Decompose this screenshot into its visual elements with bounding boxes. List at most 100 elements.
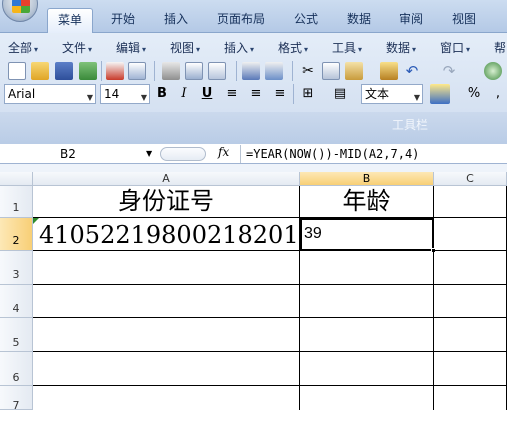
chevron-down-icon[interactable]: ▼ [146,149,152,158]
cell-b5[interactable] [300,318,434,352]
pdf-export-icon[interactable] [106,62,124,80]
name-box[interactable]: B2 [2,145,154,163]
permission-icon[interactable] [79,62,97,80]
row-header-1[interactable]: 1 [0,186,33,218]
wrap-text-icon[interactable]: ▤ [330,84,350,104]
column-header-c[interactable]: C [434,172,507,186]
menu-data[interactable]: 数据 ▾ [386,40,416,56]
menu-help[interactable]: 帮 [494,40,506,56]
tab-home[interactable]: 开始 [101,8,145,33]
toolbar-separator [293,84,294,104]
tab-view[interactable]: 视图 [442,8,486,33]
italic-button[interactable]: I [174,84,194,104]
menu-window[interactable]: 窗口 ▾ [440,40,470,56]
cell-b7[interactable] [300,386,434,410]
menu-all[interactable]: 全部 ▾ [8,40,38,56]
row-header-7[interactable]: 7 [0,386,33,412]
comma-style-icon[interactable]: , [488,84,507,104]
menu-file[interactable]: 文件 ▾ [62,40,92,56]
column-header-a[interactable]: A [33,172,300,186]
row-header-2[interactable]: 2 [0,218,33,251]
page-setup-icon[interactable] [208,62,226,80]
column-header-b[interactable]: B [300,172,434,186]
row-header-6[interactable]: 6 [0,352,33,386]
new-document-icon[interactable] [8,62,26,80]
chevron-down-icon: ▼ [86,93,93,102]
cell-c5[interactable] [434,318,507,352]
insert-function-button[interactable]: fx [218,145,229,159]
chevron-down-icon: ▼ [413,93,420,102]
cell-c6[interactable] [434,352,507,386]
font-name-select[interactable]: Arial ▼ [4,84,96,104]
row-header-4[interactable]: 4 [0,285,33,318]
cut-icon[interactable]: ✂ [299,62,317,80]
menu-insert[interactable]: 插入 ▾ [224,40,254,56]
toolbar-separator [101,61,102,81]
cell-c7[interactable] [434,386,507,410]
align-left-icon[interactable]: ≡ [222,84,242,104]
menu-edit[interactable]: 编辑 ▾ [116,40,146,56]
cell-a1[interactable]: 身份证号 [33,186,300,218]
tab-review[interactable]: 审阅 [389,8,433,33]
cell-c3[interactable] [434,251,507,285]
toolbar-separator [154,61,155,81]
redo-icon[interactable]: ↷ [440,62,458,80]
print-preview-icon[interactable] [185,62,203,80]
number-format-select[interactable]: 文本 ▼ [361,84,423,104]
open-folder-icon[interactable] [31,62,49,80]
menu-data-label: 数据 [386,41,411,55]
cell-c2[interactable] [434,218,507,251]
chevron-down-icon: ▾ [466,45,471,54]
tab-data[interactable]: 数据 [337,8,381,33]
cell-a6[interactable] [33,352,300,386]
menu-view[interactable]: 视图 ▾ [170,40,200,56]
chevron-down-icon: ▾ [412,45,417,54]
toolbar-separator [292,61,293,81]
currency-format-icon[interactable] [430,84,450,104]
tab-insert[interactable]: 插入 [154,8,198,33]
save-icon[interactable] [55,62,73,80]
cell-c1[interactable] [434,186,507,218]
chevron-down-icon: ▾ [196,45,201,54]
formula-scroll-handle[interactable] [160,147,206,161]
copy-icon[interactable] [322,62,340,80]
cell-b4[interactable] [300,285,434,318]
align-right-icon[interactable]: ≡ [270,84,290,104]
font-name-value: Arial [8,87,36,101]
bold-button[interactable]: B [152,84,172,104]
tab-page-layout[interactable]: 页面布局 [208,8,274,33]
merge-center-icon[interactable]: ⊞ [298,84,318,104]
tab-formulas[interactable]: 公式 [284,8,328,33]
menu-format-label: 格式 [278,41,303,55]
menu-tools[interactable]: 工具 ▾ [332,40,362,56]
font-size-select[interactable]: 14 ▼ [100,84,150,104]
menu-format[interactable]: 格式 ▾ [278,40,308,56]
research-icon[interactable] [265,62,283,80]
email-icon[interactable] [128,62,146,80]
percent-button[interactable]: % [464,84,484,104]
print-icon[interactable] [162,62,180,80]
row-header-3[interactable]: 3 [0,251,33,285]
tab-menu[interactable]: 菜单 [47,8,93,33]
hyperlink-icon[interactable] [484,62,502,80]
align-center-icon[interactable]: ≡ [246,84,266,104]
select-all-corner[interactable] [0,172,33,186]
underline-button[interactable]: U [197,84,217,104]
cell-b3[interactable] [300,251,434,285]
row-header-5[interactable]: 5 [0,318,33,352]
cell-c4[interactable] [434,285,507,318]
format-painter-icon[interactable] [380,62,398,80]
chevron-down-icon: ▾ [34,45,39,54]
number-format-value: 文本 [365,87,390,101]
formula-input[interactable]: =YEAR(NOW())-MID(A2,7,4) [246,145,504,163]
cell-a7[interactable] [33,386,300,410]
cell-b1[interactable]: 年龄 [300,186,434,218]
cell-a3[interactable] [33,251,300,285]
spelling-icon[interactable] [242,62,260,80]
cell-a4[interactable] [33,285,300,318]
paste-icon[interactable] [345,62,363,80]
cell-a2[interactable]: 410522198002182010 [33,218,300,251]
undo-icon[interactable]: ↶ [403,62,421,80]
cell-a5[interactable] [33,318,300,352]
cell-b6[interactable] [300,352,434,386]
